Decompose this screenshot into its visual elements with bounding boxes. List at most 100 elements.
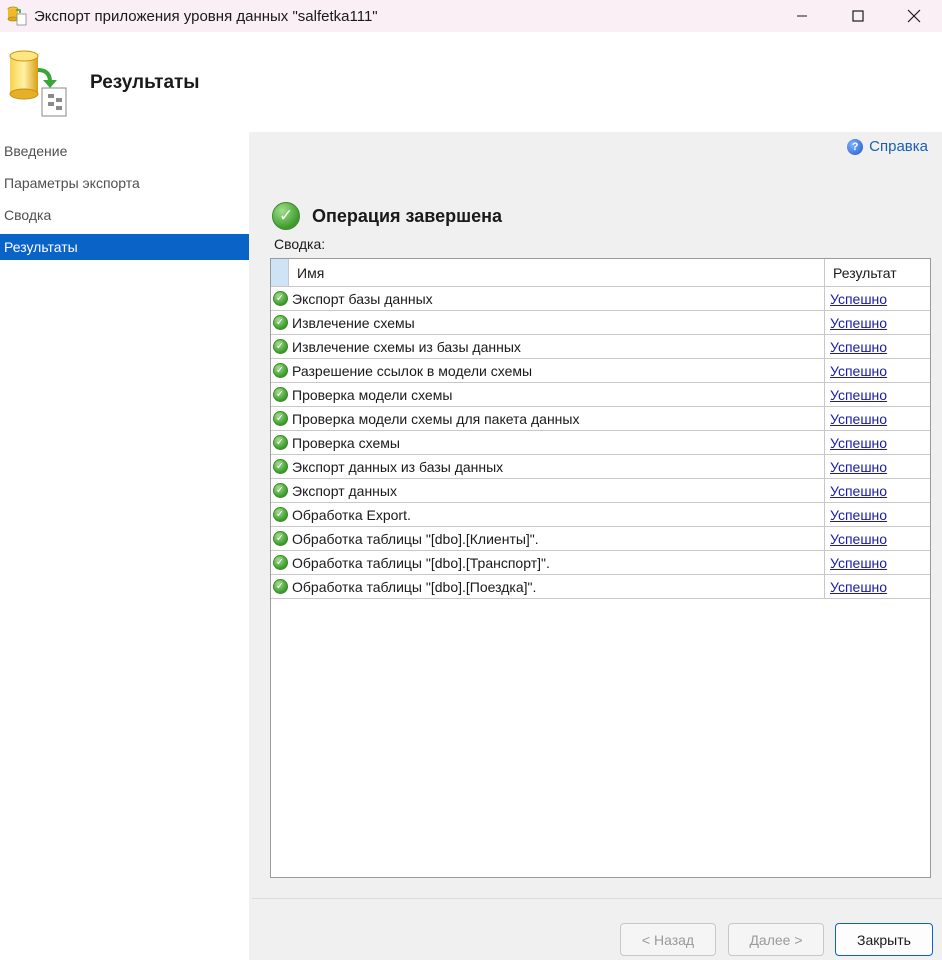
result-link[interactable]: Успешно xyxy=(830,483,887,499)
result-link[interactable]: Успешно xyxy=(830,507,887,523)
table-row[interactable]: ✓ Извлечение схемы Успешно xyxy=(271,311,930,335)
table-row[interactable]: ✓ Экспорт базы данных Успешно xyxy=(271,287,930,311)
results-table: Имя Результат ✓ Экспорт базы данных Успешн… xyxy=(270,258,931,878)
row-status-cell: ✓ xyxy=(271,575,289,598)
help-link[interactable]: ? Справка xyxy=(847,138,928,155)
sidebar-item-intro[interactable]: Введение xyxy=(0,138,249,164)
table-row[interactable]: ✓ Проверка модели схемы для пакета данных… xyxy=(271,407,930,431)
row-name: Экспорт данных xyxy=(289,479,825,502)
column-header-name[interactable]: Имя xyxy=(289,259,825,286)
window-title: Экспорт приложения уровня данных "salfet… xyxy=(34,7,378,25)
row-result-cell: Успешно xyxy=(825,479,930,502)
check-circle-icon: ✓ xyxy=(272,202,300,230)
result-link[interactable]: Успешно xyxy=(830,339,887,355)
database-export-icon xyxy=(6,5,28,27)
row-result-cell: Успешно xyxy=(825,359,930,382)
result-link[interactable]: Успешно xyxy=(830,435,887,451)
table-row[interactable]: ✓ Проверка модели схемы Успешно xyxy=(271,383,930,407)
result-link[interactable]: Успешно xyxy=(830,411,887,427)
row-status-cell: ✓ xyxy=(271,407,289,430)
row-name: Обработка таблицы "[dbo].[Поездка]". xyxy=(289,575,825,598)
row-status-cell: ✓ xyxy=(271,551,289,574)
check-circle-icon: ✓ xyxy=(272,339,288,354)
row-result-cell: Успешно xyxy=(825,527,930,550)
row-name: Экспорт данных из базы данных xyxy=(289,455,825,478)
row-status-cell: ✓ xyxy=(271,503,289,526)
table-row[interactable]: ✓ Извлечение схемы из базы данных Успешно xyxy=(271,335,930,359)
row-name: Экспорт базы данных xyxy=(289,287,825,310)
row-name: Проверка схемы xyxy=(289,431,825,454)
wizard-header: Результаты xyxy=(0,32,942,132)
next-button[interactable]: Далее > xyxy=(728,923,824,956)
table-row[interactable]: ✓ Обработка таблицы "[dbo].[Транспорт]". У… xyxy=(271,551,930,575)
close-window-button[interactable] xyxy=(886,0,942,32)
table-row[interactable]: ✓ Обработка Export. Успешно xyxy=(271,503,930,527)
row-name: Проверка модели схемы xyxy=(289,383,825,406)
result-link[interactable]: Успешно xyxy=(830,579,887,595)
check-circle-icon: ✓ xyxy=(272,315,288,330)
table-header: Имя Результат xyxy=(271,259,930,287)
close-button[interactable]: Закрыть xyxy=(835,923,933,956)
help-icon: ? xyxy=(847,138,864,155)
row-status-cell: ✓ xyxy=(271,455,289,478)
row-name: Проверка модели схемы для пакета данных xyxy=(289,407,825,430)
table-row[interactable]: ✓ Разрешение ссылок в модели схемы Успешно xyxy=(271,359,930,383)
result-link[interactable]: Успешно xyxy=(830,555,887,571)
row-result-cell: Успешно xyxy=(825,455,930,478)
result-link[interactable]: Успешно xyxy=(830,363,887,379)
row-name: Извлечение схемы xyxy=(289,311,825,334)
minimize-button[interactable] xyxy=(774,0,830,32)
check-circle-icon: ✓ xyxy=(272,387,288,402)
table-row[interactable]: ✓ Экспорт данных Успешно xyxy=(271,479,930,503)
title-bar: Экспорт приложения уровня данных "salfet… xyxy=(0,0,942,32)
table-row[interactable]: ✓ Проверка схемы Успешно xyxy=(271,431,930,455)
table-body: ✓ Экспорт базы данных Успешно ✓ Извлечение с… xyxy=(271,287,930,599)
column-header-result[interactable]: Результат xyxy=(825,259,930,286)
summary-label: Сводка: xyxy=(274,236,326,252)
row-result-cell: Успешно xyxy=(825,551,930,574)
wizard-steps-sidebar: Введение Параметры экспорта Сводка Резул… xyxy=(0,132,249,960)
result-link[interactable]: Успешно xyxy=(830,387,887,403)
row-name: Обработка таблицы "[dbo].[Клиенты]". xyxy=(289,527,825,550)
result-link[interactable]: Успешно xyxy=(830,459,887,475)
row-result-cell: Успешно xyxy=(825,431,930,454)
result-link[interactable]: Успешно xyxy=(830,291,887,307)
row-result-cell: Успешно xyxy=(825,383,930,406)
row-status-cell: ✓ xyxy=(271,287,289,310)
check-circle-icon: ✓ xyxy=(272,435,288,450)
row-status-cell: ✓ xyxy=(271,383,289,406)
check-circle-icon: ✓ xyxy=(272,531,288,546)
row-name: Обработка таблицы "[dbo].[Транспорт]". xyxy=(289,551,825,574)
row-status-cell: ✓ xyxy=(271,431,289,454)
row-status-cell: ✓ xyxy=(271,479,289,502)
row-name: Разрешение ссылок в модели схемы xyxy=(289,359,825,382)
page-title: Результаты xyxy=(90,72,200,93)
results-panel: ? Справка ✓ Операция завершена Сводка: И… xyxy=(252,132,942,898)
check-circle-icon: ✓ xyxy=(272,483,288,498)
table-row[interactable]: ✓ Обработка таблицы "[dbo].[Поездка]". Усп… xyxy=(271,575,930,599)
check-circle-icon: ✓ xyxy=(272,507,288,522)
help-label: Справка xyxy=(869,138,928,155)
sidebar-item-summary[interactable]: Сводка xyxy=(0,202,249,228)
database-export-icon xyxy=(8,46,72,118)
row-result-cell: Успешно xyxy=(825,287,930,310)
table-row[interactable]: ✓ Обработка таблицы "[dbo].[Клиенты]". Усп… xyxy=(271,527,930,551)
check-circle-icon: ✓ xyxy=(272,363,288,378)
check-circle-icon: ✓ xyxy=(272,555,288,570)
result-link[interactable]: Успешно xyxy=(830,531,887,547)
row-marker-column xyxy=(271,259,289,286)
row-result-cell: Успешно xyxy=(825,335,930,358)
back-button[interactable]: < Назад xyxy=(620,923,716,956)
maximize-button[interactable] xyxy=(830,0,886,32)
check-circle-icon: ✓ xyxy=(272,459,288,474)
row-result-cell: Успешно xyxy=(825,575,930,598)
result-link[interactable]: Успешно xyxy=(830,315,887,331)
row-status-cell: ✓ xyxy=(271,527,289,550)
sidebar-item-results[interactable]: Результаты xyxy=(0,234,249,260)
check-circle-icon: ✓ xyxy=(272,411,288,426)
table-row[interactable]: ✓ Экспорт данных из базы данных Успешно xyxy=(271,455,930,479)
sidebar-item-export-settings[interactable]: Параметры экспорта xyxy=(0,170,249,196)
row-status-cell: ✓ xyxy=(271,335,289,358)
row-result-cell: Успешно xyxy=(825,503,930,526)
row-status-cell: ✓ xyxy=(271,359,289,382)
